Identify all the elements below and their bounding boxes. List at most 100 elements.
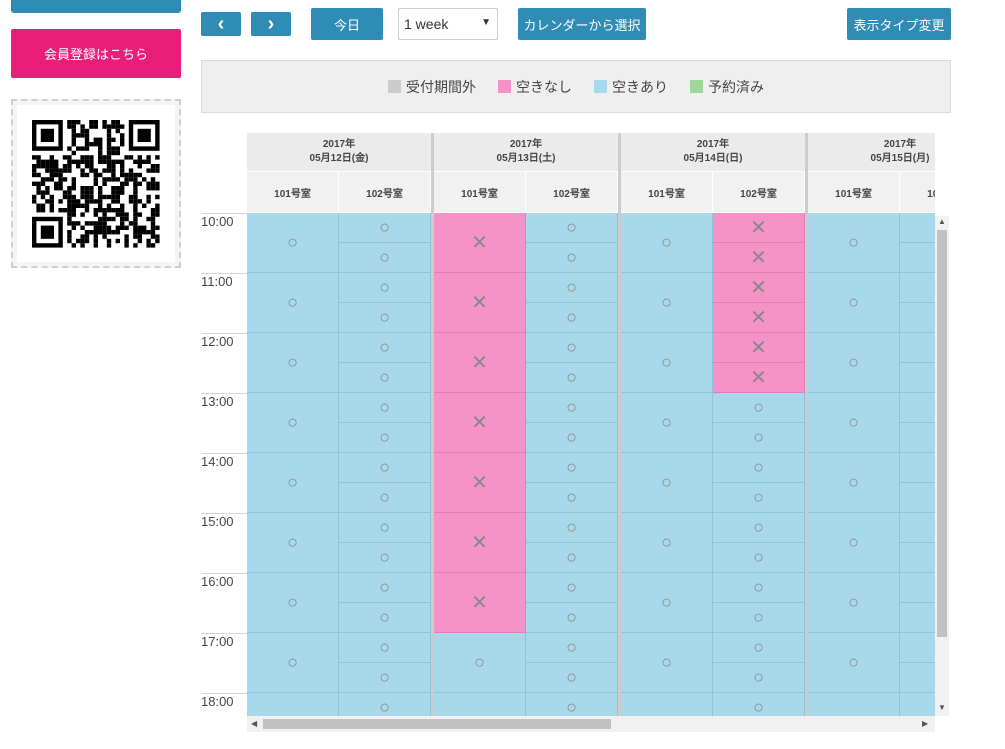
timeslot-cell[interactable]: ○: [621, 393, 713, 453]
timeslot-cell[interactable]: ○: [808, 393, 900, 453]
timeslot-cell[interactable]: ○: [339, 423, 431, 453]
range-select[interactable]: 1 week ▼: [398, 8, 498, 40]
timeslot-cell[interactable]: ○: [900, 453, 935, 483]
timeslot-cell[interactable]: ✕: [434, 273, 526, 333]
today-button[interactable]: 今日: [311, 8, 383, 40]
timeslot-cell[interactable]: ○: [339, 303, 431, 333]
timeslot-cell[interactable]: ✕: [434, 513, 526, 573]
timeslot-cell[interactable]: ○: [526, 543, 618, 573]
timeslot-cell[interactable]: ○: [900, 333, 935, 363]
timeslot-cell[interactable]: ○: [808, 693, 900, 716]
timeslot-cell[interactable]: ○: [900, 243, 935, 273]
timeslot-cell[interactable]: ○: [900, 693, 935, 716]
timeslot-cell[interactable]: ○: [526, 573, 618, 603]
timeslot-cell[interactable]: ○: [900, 483, 935, 513]
timeslot-cell[interactable]: ○: [247, 693, 339, 716]
timeslot-cell[interactable]: ○: [808, 573, 900, 633]
timeslot-cell[interactable]: ○: [808, 273, 900, 333]
timeslot-cell[interactable]: ○: [247, 453, 339, 513]
timeslot-cell[interactable]: ○: [900, 663, 935, 693]
timeslot-cell[interactable]: ○: [808, 633, 900, 693]
timeslot-cell[interactable]: ○: [713, 573, 805, 603]
timeslot-cell[interactable]: ○: [900, 273, 935, 303]
timeslot-cell[interactable]: ○: [900, 363, 935, 393]
timeslot-cell[interactable]: ✕: [434, 333, 526, 393]
timeslot-cell[interactable]: ○: [526, 243, 618, 273]
timeslot-cell[interactable]: ○: [900, 423, 935, 453]
timeslot-cell[interactable]: ✕: [713, 273, 805, 303]
timeslot-cell[interactable]: ○: [247, 513, 339, 573]
calendar-select-button[interactable]: カレンダーから選択: [518, 8, 646, 40]
timeslot-cell[interactable]: ○: [713, 453, 805, 483]
timeslot-cell[interactable]: ○: [339, 213, 431, 243]
timeslot-cell[interactable]: ○: [808, 333, 900, 393]
timeslot-cell[interactable]: ○: [339, 393, 431, 423]
timeslot-cell[interactable]: ○: [713, 483, 805, 513]
timeslot-cell[interactable]: ○: [808, 513, 900, 573]
timeslot-cell[interactable]: ○: [526, 603, 618, 633]
timeslot-cell[interactable]: ○: [339, 333, 431, 363]
timeslot-cell[interactable]: ○: [247, 573, 339, 633]
member-register-button[interactable]: 会員登録はこちら: [11, 29, 181, 78]
timeslot-cell[interactable]: ○: [900, 513, 935, 543]
timeslot-cell[interactable]: ○: [339, 273, 431, 303]
timeslot-cell[interactable]: ○: [339, 573, 431, 603]
timeslot-cell[interactable]: ○: [526, 663, 618, 693]
timeslot-cell[interactable]: ○: [900, 303, 935, 333]
timeslot-cell[interactable]: ○: [621, 333, 713, 393]
sidebar-top-button[interactable]: [11, 0, 181, 13]
timeslot-cell[interactable]: ✕: [434, 213, 526, 273]
timeslot-cell[interactable]: ○: [621, 213, 713, 273]
timeslot-cell[interactable]: ○: [247, 333, 339, 393]
timeslot-cell[interactable]: ○: [526, 453, 618, 483]
timeslot-cell[interactable]: ○: [434, 693, 526, 716]
timeslot-cell[interactable]: ○: [713, 543, 805, 573]
timeslot-cell[interactable]: ○: [526, 213, 618, 243]
timeslot-cell[interactable]: ○: [526, 633, 618, 663]
scroll-left-icon[interactable]: ◀: [251, 719, 257, 728]
prev-week-button[interactable]: ‹: [201, 12, 241, 36]
timeslot-cell[interactable]: ○: [621, 453, 713, 513]
timeslot-cell[interactable]: ○: [900, 213, 935, 243]
timeslot-cell[interactable]: ✕: [434, 393, 526, 453]
timeslot-cell[interactable]: ○: [247, 393, 339, 453]
horizontal-scrollbar[interactable]: ◀ ▶: [247, 716, 935, 732]
timeslot-cell[interactable]: ○: [247, 273, 339, 333]
timeslot-cell[interactable]: ○: [526, 483, 618, 513]
timeslot-cell[interactable]: ✕: [713, 333, 805, 363]
timeslot-cell[interactable]: ○: [339, 243, 431, 273]
timeslot-cell[interactable]: ○: [713, 393, 805, 423]
timeslot-cell[interactable]: ○: [621, 693, 713, 716]
timeslot-cell[interactable]: ✕: [713, 213, 805, 243]
timeslot-cell[interactable]: ○: [713, 693, 805, 716]
timeslot-cell[interactable]: ○: [808, 213, 900, 273]
timeslot-cell[interactable]: ○: [900, 573, 935, 603]
timeslot-cell[interactable]: ○: [900, 543, 935, 573]
timeslot-cell[interactable]: ○: [339, 633, 431, 663]
timeslot-cell[interactable]: ○: [339, 543, 431, 573]
timeslot-cell[interactable]: ✕: [434, 573, 526, 633]
timeslot-cell[interactable]: ○: [526, 333, 618, 363]
timeslot-cell[interactable]: ✕: [713, 363, 805, 393]
timeslot-cell[interactable]: ○: [247, 633, 339, 693]
timeslot-cell[interactable]: ○: [526, 363, 618, 393]
timeslot-cell[interactable]: ○: [621, 273, 713, 333]
timeslot-cell[interactable]: ○: [339, 693, 431, 716]
timeslot-cell[interactable]: ○: [526, 393, 618, 423]
timeslot-cell[interactable]: ○: [247, 213, 339, 273]
timeslot-cell[interactable]: ○: [526, 423, 618, 453]
vertical-scrollbar[interactable]: ▲ ▼: [935, 216, 949, 716]
timeslot-cell[interactable]: ○: [713, 633, 805, 663]
timeslot-cell[interactable]: ○: [713, 423, 805, 453]
horizontal-scroll-thumb[interactable]: [263, 719, 611, 729]
scroll-down-icon[interactable]: ▼: [938, 703, 946, 712]
timeslot-cell[interactable]: ○: [621, 633, 713, 693]
timeslot-cell[interactable]: ○: [621, 573, 713, 633]
vertical-scroll-thumb[interactable]: [937, 230, 947, 637]
timeslot-cell[interactable]: ○: [526, 303, 618, 333]
timeslot-cell[interactable]: ○: [621, 513, 713, 573]
timeslot-cell[interactable]: ○: [713, 513, 805, 543]
timeslot-cell[interactable]: ○: [339, 363, 431, 393]
next-week-button[interactable]: ›: [251, 12, 291, 36]
timeslot-cell[interactable]: ○: [713, 663, 805, 693]
